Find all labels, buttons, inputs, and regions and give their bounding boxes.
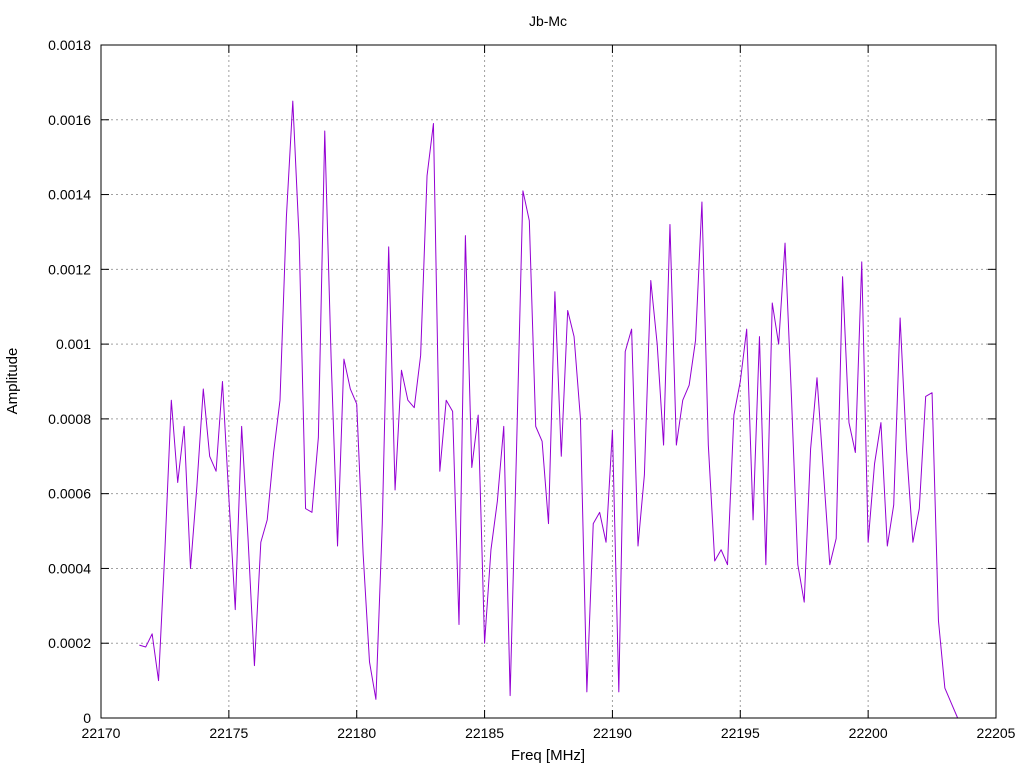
- x-tick-label: 22205: [977, 725, 1016, 741]
- y-tick-label: 0.0008: [48, 411, 91, 427]
- x-tick-label: 22175: [209, 725, 248, 741]
- series-group: [139, 100, 959, 719]
- y-tick-label: 0.0018: [48, 37, 91, 53]
- y-tick-label: 0.0016: [48, 112, 91, 128]
- x-tick-label: 22170: [82, 725, 121, 741]
- plot-frame: [100, 44, 997, 719]
- series-line: [139, 100, 959, 719]
- x-tick-label: 22200: [849, 725, 888, 741]
- chart-title: Jb-Mc: [529, 13, 567, 29]
- y-tick-label: 0.0004: [48, 560, 91, 576]
- x-tick-label: 22190: [593, 725, 632, 741]
- y-tick-label: 0.0002: [48, 635, 91, 651]
- chart: 22170 22175 22180 22185 22190 22195 22200 22205…: [4, 13, 1016, 764]
- y-tick-label: 0.0014: [48, 187, 91, 203]
- ticks: 22170 22175 22180 22185 22190 22195 22200 22205…: [48, 37, 1016, 741]
- x-tick-label: 22185: [465, 725, 504, 741]
- grid: [101, 45, 996, 718]
- y-tick-label: 0.0006: [48, 486, 91, 502]
- y-tick-label: 0.001: [56, 336, 91, 352]
- y-tick-label: 0: [83, 710, 91, 726]
- x-tick-label: 22180: [337, 725, 376, 741]
- y-tick-label: 0.0012: [48, 261, 91, 277]
- y-axis-label: Amplitude: [4, 348, 21, 415]
- x-tick-label: 22195: [721, 725, 760, 741]
- x-axis-label: Freq [MHz]: [511, 747, 585, 764]
